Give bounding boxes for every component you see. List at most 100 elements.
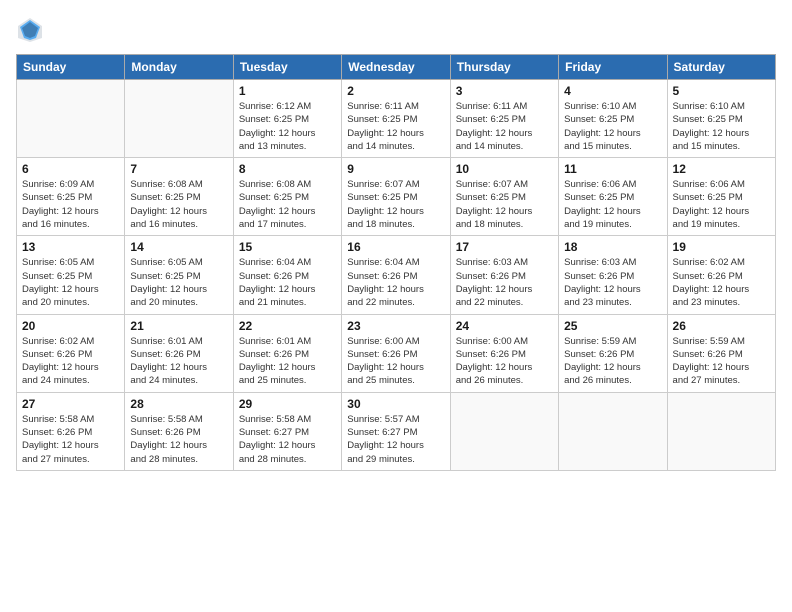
week-row-2: 6 Sunrise: 6:09 AMSunset: 6:25 PMDaylight… — [17, 158, 776, 236]
logo — [16, 16, 48, 44]
calendar-cell: 4 Sunrise: 6:10 AMSunset: 6:25 PMDaylight… — [559, 80, 667, 158]
weekday-header-friday: Friday — [559, 55, 667, 80]
calendar-cell — [450, 392, 558, 470]
day-number: 1 — [239, 84, 336, 98]
day-number: 2 — [347, 84, 444, 98]
calendar-cell: 1 Sunrise: 6:12 AMSunset: 6:25 PMDaylight… — [233, 80, 341, 158]
day-info: Sunrise: 6:02 AMSunset: 6:26 PMDaylight:… — [22, 335, 119, 388]
calendar-cell — [17, 80, 125, 158]
day-info: Sunrise: 6:12 AMSunset: 6:25 PMDaylight:… — [239, 100, 336, 153]
weekday-header-wednesday: Wednesday — [342, 55, 450, 80]
calendar-cell: 26 Sunrise: 5:59 AMSunset: 6:26 PMDayligh… — [667, 314, 775, 392]
weekday-header-thursday: Thursday — [450, 55, 558, 80]
calendar-cell: 23Sunrise: 6:00 AMSunset: 6:26 PMDayligh… — [342, 314, 450, 392]
calendar-cell: 6 Sunrise: 6:09 AMSunset: 6:25 PMDaylight… — [17, 158, 125, 236]
day-number: 29 — [239, 397, 336, 411]
calendar-cell: 27Sunrise: 5:58 AMSunset: 6:26 PMDayligh… — [17, 392, 125, 470]
calendar-cell: 9Sunrise: 6:07 AMSunset: 6:25 PMDaylight… — [342, 158, 450, 236]
day-info: Sunrise: 6:07 AMSunset: 6:25 PMDaylight:… — [347, 178, 444, 231]
day-number: 26 — [673, 319, 770, 333]
page-header — [16, 16, 776, 44]
day-info: Sunrise: 5:58 AMSunset: 6:27 PMDaylight:… — [239, 413, 336, 466]
day-info: Sunrise: 6:00 AMSunset: 6:26 PMDaylight:… — [456, 335, 553, 388]
day-number: 8 — [239, 162, 336, 176]
calendar-cell: 21Sunrise: 6:01 AMSunset: 6:26 PMDayligh… — [125, 314, 233, 392]
calendar-cell: 11 Sunrise: 6:06 AMSunset: 6:25 PMDayligh… — [559, 158, 667, 236]
calendar-cell: 15 Sunrise: 6:04 AMSunset: 6:26 PMDayligh… — [233, 236, 341, 314]
calendar-cell: 14 Sunrise: 6:05 AMSunset: 6:25 PMDayligh… — [125, 236, 233, 314]
day-number: 22 — [239, 319, 336, 333]
day-info: Sunrise: 6:01 AMSunset: 6:26 PMDaylight:… — [239, 335, 336, 388]
day-info: Sunrise: 5:58 AMSunset: 6:26 PMDaylight:… — [22, 413, 119, 466]
day-number: 17 — [456, 240, 553, 254]
calendar-cell: 7 Sunrise: 6:08 AMSunset: 6:25 PMDaylight… — [125, 158, 233, 236]
weekday-header-sunday: Sunday — [17, 55, 125, 80]
day-number: 14 — [130, 240, 227, 254]
calendar-cell: 13Sunrise: 6:05 AMSunset: 6:25 PMDayligh… — [17, 236, 125, 314]
day-number: 24 — [456, 319, 553, 333]
day-info: Sunrise: 6:03 AMSunset: 6:26 PMDaylight:… — [564, 256, 661, 309]
day-number: 3 — [456, 84, 553, 98]
day-info: Sunrise: 5:58 AMSunset: 6:26 PMDaylight:… — [130, 413, 227, 466]
day-number: 25 — [564, 319, 661, 333]
day-number: 20 — [22, 319, 119, 333]
day-info: Sunrise: 6:10 AMSunset: 6:25 PMDaylight:… — [673, 100, 770, 153]
calendar-cell: 22 Sunrise: 6:01 AMSunset: 6:26 PMDayligh… — [233, 314, 341, 392]
day-number: 15 — [239, 240, 336, 254]
calendar-cell: 24 Sunrise: 6:00 AMSunset: 6:26 PMDayligh… — [450, 314, 558, 392]
day-info: Sunrise: 6:05 AMSunset: 6:25 PMDaylight:… — [22, 256, 119, 309]
weekday-header-saturday: Saturday — [667, 55, 775, 80]
day-number: 10 — [456, 162, 553, 176]
day-number: 18 — [564, 240, 661, 254]
day-info: Sunrise: 6:07 AMSunset: 6:25 PMDaylight:… — [456, 178, 553, 231]
day-info: Sunrise: 6:02 AMSunset: 6:26 PMDaylight:… — [673, 256, 770, 309]
week-row-5: 27Sunrise: 5:58 AMSunset: 6:26 PMDayligh… — [17, 392, 776, 470]
day-info: Sunrise: 6:04 AMSunset: 6:26 PMDaylight:… — [239, 256, 336, 309]
day-info: Sunrise: 6:06 AMSunset: 6:25 PMDaylight:… — [564, 178, 661, 231]
calendar-cell: 30 Sunrise: 5:57 AMSunset: 6:27 PMDayligh… — [342, 392, 450, 470]
day-number: 30 — [347, 397, 444, 411]
calendar-cell: 18 Sunrise: 6:03 AMSunset: 6:26 PMDayligh… — [559, 236, 667, 314]
calendar-cell: 25 Sunrise: 5:59 AMSunset: 6:26 PMDayligh… — [559, 314, 667, 392]
day-info: Sunrise: 6:00 AMSunset: 6:26 PMDaylight:… — [347, 335, 444, 388]
day-info: Sunrise: 6:08 AMSunset: 6:25 PMDaylight:… — [239, 178, 336, 231]
day-number: 4 — [564, 84, 661, 98]
calendar-table: SundayMondayTuesdayWednesdayThursdayFrid… — [16, 54, 776, 471]
calendar-cell — [667, 392, 775, 470]
day-info: Sunrise: 5:59 AMSunset: 6:26 PMDaylight:… — [673, 335, 770, 388]
day-info: Sunrise: 5:59 AMSunset: 6:26 PMDaylight:… — [564, 335, 661, 388]
calendar-cell: 2 Sunrise: 6:11 AMSunset: 6:25 PMDaylight… — [342, 80, 450, 158]
day-number: 19 — [673, 240, 770, 254]
weekday-header-monday: Monday — [125, 55, 233, 80]
day-number: 11 — [564, 162, 661, 176]
day-info: Sunrise: 6:10 AMSunset: 6:25 PMDaylight:… — [564, 100, 661, 153]
calendar-cell: 17Sunrise: 6:03 AMSunset: 6:26 PMDayligh… — [450, 236, 558, 314]
week-row-4: 20 Sunrise: 6:02 AMSunset: 6:26 PMDayligh… — [17, 314, 776, 392]
weekday-header-row: SundayMondayTuesdayWednesdayThursdayFrid… — [17, 55, 776, 80]
calendar-cell — [559, 392, 667, 470]
day-number: 28 — [130, 397, 227, 411]
calendar-cell: 12Sunrise: 6:06 AMSunset: 6:25 PMDayligh… — [667, 158, 775, 236]
day-number: 16 — [347, 240, 444, 254]
weekday-header-tuesday: Tuesday — [233, 55, 341, 80]
day-info: Sunrise: 6:11 AMSunset: 6:25 PMDaylight:… — [347, 100, 444, 153]
calendar-cell: 29 Sunrise: 5:58 AMSunset: 6:27 PMDayligh… — [233, 392, 341, 470]
day-info: Sunrise: 6:01 AMSunset: 6:26 PMDaylight:… — [130, 335, 227, 388]
day-number: 6 — [22, 162, 119, 176]
calendar-cell: 28 Sunrise: 5:58 AMSunset: 6:26 PMDayligh… — [125, 392, 233, 470]
day-number: 12 — [673, 162, 770, 176]
day-number: 5 — [673, 84, 770, 98]
week-row-3: 13Sunrise: 6:05 AMSunset: 6:25 PMDayligh… — [17, 236, 776, 314]
day-number: 7 — [130, 162, 227, 176]
calendar-cell: 3 Sunrise: 6:11 AMSunset: 6:25 PMDaylight… — [450, 80, 558, 158]
calendar-cell — [125, 80, 233, 158]
day-info: Sunrise: 6:11 AMSunset: 6:25 PMDaylight:… — [456, 100, 553, 153]
day-info: Sunrise: 5:57 AMSunset: 6:27 PMDaylight:… — [347, 413, 444, 466]
calendar-cell: 8 Sunrise: 6:08 AMSunset: 6:25 PMDaylight… — [233, 158, 341, 236]
day-info: Sunrise: 6:09 AMSunset: 6:25 PMDaylight:… — [22, 178, 119, 231]
day-info: Sunrise: 6:08 AMSunset: 6:25 PMDaylight:… — [130, 178, 227, 231]
logo-icon — [16, 16, 44, 44]
week-row-1: 1 Sunrise: 6:12 AMSunset: 6:25 PMDaylight… — [17, 80, 776, 158]
day-info: Sunrise: 6:05 AMSunset: 6:25 PMDaylight:… — [130, 256, 227, 309]
calendar-cell: 19 Sunrise: 6:02 AMSunset: 6:26 PMDayligh… — [667, 236, 775, 314]
